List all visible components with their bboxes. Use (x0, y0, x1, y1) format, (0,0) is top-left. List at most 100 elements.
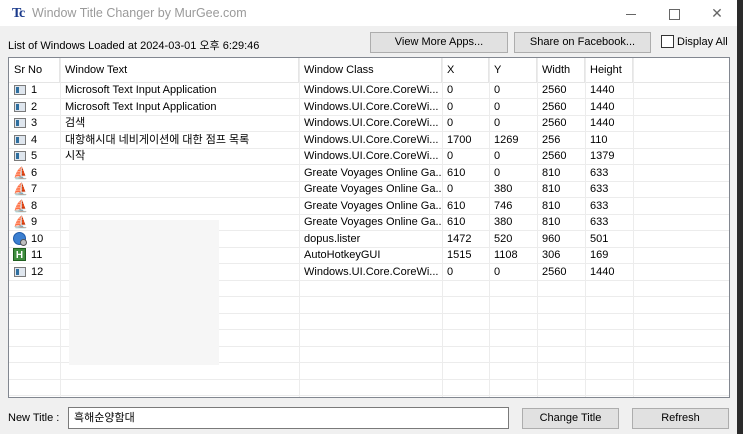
window-title: Window Title Changer by MurGee.com (32, 6, 247, 20)
cell-h: 110 (590, 133, 608, 146)
cell-y: 746 (494, 199, 513, 212)
cell-y: 0 (494, 166, 501, 179)
cell-x: 610 (447, 216, 466, 228)
ship-icon: ⛵ (13, 198, 28, 213)
ship-glyph: ⛵ (13, 165, 28, 180)
cell-h: 1440 (590, 84, 615, 96)
sr-no-cell: 12 (31, 265, 44, 278)
ship-glyph: ⛵ (13, 215, 28, 229)
cell-text: 대항해시대 네비게이션에 대한 점프 목록 (65, 133, 250, 146)
cell-h: 633 (590, 166, 609, 179)
cell-text (60, 165, 299, 181)
row-grid-line (9, 395, 729, 396)
cell-w: 306 (542, 249, 561, 261)
cell-w: 2560 (542, 117, 567, 129)
sr-no-cell: 4 (31, 133, 38, 146)
cell-w: 256 (542, 133, 561, 146)
table-row[interactable]: ⛵ 6 Greate Voyages Online Ga... 610 0 810 633 (9, 165, 729, 181)
windows-list[interactable]: Sr No Window Text Window Class X Y Width… (8, 57, 730, 398)
cell-w: 2560 (542, 100, 567, 113)
cell-y: 0 (494, 117, 501, 129)
cell-cls: Windows.UI.Core.CoreWi... (304, 100, 439, 113)
cell-w: 810 (542, 183, 561, 195)
cell-w: 810 (542, 216, 561, 228)
table-row[interactable]: 2 Microsoft Text Input Application Windows… (9, 99, 729, 115)
column-header-sr-no[interactable]: Sr No (9, 58, 60, 82)
background-strip (737, 0, 743, 434)
cell-y: 0 (494, 100, 501, 113)
window-icon (13, 265, 27, 279)
cell-x: 0 (447, 265, 454, 278)
cell-w: 2560 (542, 150, 567, 162)
column-header-window-class[interactable]: Window Class (299, 58, 442, 82)
window-glyph (14, 151, 26, 161)
table-row[interactable]: ⛵ 8 Greate Voyages Online Ga... 610 746 810 63… (9, 198, 729, 214)
sr-no-cell: 1 (31, 84, 38, 96)
column-header-height[interactable]: Height (585, 58, 633, 82)
cell-cls: AutoHotkeyGUI (304, 249, 381, 261)
view-more-apps-button[interactable]: View More Apps... (370, 32, 508, 53)
minimize-icon (626, 13, 636, 15)
cell-h: 633 (590, 199, 609, 212)
loaded-status-text: List of Windows Loaded at 2024-03-01 오후 … (8, 40, 260, 52)
minimize-button[interactable] (608, 0, 654, 26)
window-icon (13, 83, 27, 97)
cell-cls: Greate Voyages Online Ga... (304, 166, 442, 179)
ship-glyph: ⛵ (13, 198, 28, 213)
window-glyph (14, 266, 26, 277)
table-row[interactable]: 3 검색 Windows.UI.Core.CoreWi... 0 0 2560 1440 (9, 115, 729, 131)
cell-cls: Greate Voyages Online Ga... (304, 183, 442, 195)
cell-y: 1108 (494, 249, 518, 261)
cell-y: 1269 (494, 133, 519, 146)
sr-no-cell: 3 (31, 117, 38, 129)
cell-h: 633 (590, 183, 609, 195)
window-glyph (14, 85, 26, 95)
title-bar: Tc Window Title Changer by MurGee.com ✕ (0, 0, 737, 26)
window-icon (13, 149, 27, 163)
table-row[interactable]: ⛵ 7 Greate Voyages Online Ga... 0 380 810 633 (9, 181, 729, 197)
column-header-x[interactable]: X (442, 58, 489, 82)
cell-x: 1515 (447, 249, 472, 261)
refresh-button[interactable]: Refresh (632, 408, 729, 429)
cell-h: 1379 (590, 150, 615, 162)
table-row[interactable]: 1 Microsoft Text Input Application Windows… (9, 82, 729, 98)
window-icon (13, 100, 27, 114)
cell-cls: Windows.UI.Core.CoreWi... (304, 150, 439, 162)
maximize-button[interactable] (651, 0, 697, 26)
close-icon: ✕ (711, 5, 723, 21)
share-facebook-button[interactable]: Share on Facebook... (514, 32, 651, 53)
cell-x: 1472 (447, 232, 472, 245)
close-button[interactable]: ✕ (694, 0, 740, 26)
ship-icon: ⛵ (13, 182, 28, 196)
cell-text: 시작 (65, 150, 86, 162)
cell-h: 1440 (590, 265, 615, 278)
sr-no-cell: 6 (31, 166, 38, 179)
cell-text: Microsoft Text Input Application (65, 84, 217, 96)
window-glyph (14, 134, 26, 145)
change-title-button[interactable]: Change Title (522, 408, 619, 429)
cell-x: 610 (447, 199, 466, 212)
display-all-checkbox[interactable]: Display All (661, 35, 728, 48)
new-title-label: New Title : (8, 412, 60, 424)
column-header-width[interactable]: Width (537, 58, 585, 82)
cell-w: 2560 (542, 265, 567, 278)
sr-no-cell: 11 (31, 249, 43, 261)
autohotkey-glyph: H (13, 248, 26, 261)
column-header-window-text[interactable]: Window Text (60, 58, 299, 82)
cell-y: 0 (494, 265, 501, 278)
cell-text: Microsoft Text Input Application (65, 100, 217, 113)
cell-x: 0 (447, 117, 454, 129)
cell-x: 0 (447, 183, 454, 195)
cell-text: 검색 (65, 117, 86, 129)
cell-h: 501 (590, 232, 609, 245)
table-row[interactable]: 5 시작 Windows.UI.Core.CoreWi... 0 0 2560 1379 (9, 148, 729, 164)
window-glyph (14, 101, 26, 112)
column-header-y[interactable]: Y (489, 58, 537, 82)
globe-icon (13, 231, 27, 246)
list-header: Sr No Window Text Window Class X Y Width… (9, 58, 729, 83)
cell-y: 0 (494, 150, 501, 162)
cell-cls: Windows.UI.Core.CoreWi... (304, 84, 439, 96)
new-title-input[interactable]: 흑해순양함대 (68, 407, 509, 429)
checkbox-box[interactable] (661, 35, 674, 48)
table-row[interactable]: 4 대항해시대 네비게이션에 대한 점프 목록 Windows.UI.Core.Co… (9, 132, 729, 148)
